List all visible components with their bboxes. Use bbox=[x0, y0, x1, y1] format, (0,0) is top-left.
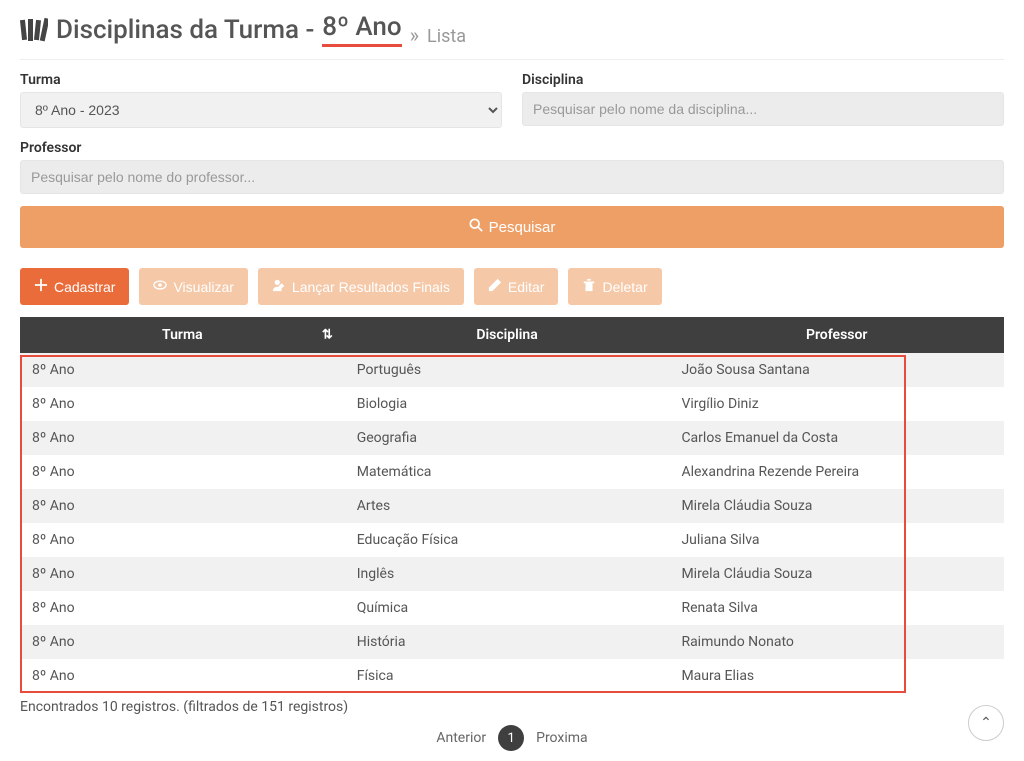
cell-turma: 8º Ano bbox=[20, 523, 345, 557]
cell-disciplina: Biologia bbox=[345, 387, 670, 421]
chevron-up-icon: ⌃ bbox=[980, 715, 992, 731]
table-row[interactable]: 8º AnoHistóriaRaimundo Nonato bbox=[20, 625, 1004, 659]
col-professor[interactable]: Professor bbox=[669, 317, 1004, 353]
table-row[interactable]: 8º AnoEducação FísicaJuliana Silva bbox=[20, 523, 1004, 557]
records-info: Encontrados 10 registros. (filtrados de … bbox=[20, 699, 1004, 715]
cell-professor: João Sousa Santana bbox=[669, 353, 1004, 387]
pencil-icon bbox=[488, 278, 502, 295]
col-turma[interactable]: Turma⇅ bbox=[20, 317, 345, 353]
table-row[interactable]: 8º AnoPortuguêsJoão Sousa Santana bbox=[20, 353, 1004, 387]
cell-turma: 8º Ano bbox=[20, 455, 345, 489]
lancar-button: Lançar Resultados Finais bbox=[258, 268, 464, 305]
eye-icon bbox=[153, 278, 167, 295]
prev-page[interactable]: Anterior bbox=[436, 730, 486, 746]
disciplina-input[interactable] bbox=[522, 92, 1004, 126]
table-row[interactable]: 8º AnoGeografiaCarlos Emanuel da Costa bbox=[20, 421, 1004, 455]
cell-disciplina: Geografia bbox=[345, 421, 670, 455]
turma-select[interactable]: 8º Ano - 2023 bbox=[20, 92, 502, 128]
user-edit-icon bbox=[272, 278, 286, 295]
next-page[interactable]: Proxima bbox=[536, 730, 588, 746]
turma-label: Turma bbox=[20, 72, 502, 88]
cell-disciplina: Química bbox=[345, 591, 670, 625]
cell-disciplina: Matemática bbox=[345, 455, 670, 489]
cell-turma: 8º Ano bbox=[20, 557, 345, 591]
cell-turma: 8º Ano bbox=[20, 625, 345, 659]
page-header: Disciplinas da Turma - 8º Ano » Lista bbox=[20, 8, 1004, 60]
professor-label: Professor bbox=[20, 140, 1004, 156]
disciplina-label: Disciplina bbox=[522, 72, 1004, 88]
professor-input[interactable] bbox=[20, 160, 1004, 194]
cell-professor: Maura Elias bbox=[669, 659, 1004, 693]
search-icon bbox=[469, 218, 483, 236]
pagination: Anterior 1 Proxima bbox=[20, 725, 1004, 751]
table-row[interactable]: 8º AnoQuímicaRenata Silva bbox=[20, 591, 1004, 625]
visualizar-button: Visualizar bbox=[139, 268, 247, 305]
table-row[interactable]: 8º AnoBiologiaVirgílio Diniz bbox=[20, 387, 1004, 421]
cell-turma: 8º Ano bbox=[20, 421, 345, 455]
cell-professor: Virgílio Diniz bbox=[669, 387, 1004, 421]
table-row[interactable]: 8º AnoFísicaMaura Elias bbox=[20, 659, 1004, 693]
search-button[interactable]: Pesquisar bbox=[20, 206, 1004, 248]
plus-icon bbox=[34, 278, 48, 295]
breadcrumb: Lista bbox=[427, 26, 466, 47]
books-icon bbox=[20, 18, 48, 42]
cell-disciplina: Física bbox=[345, 659, 670, 693]
cell-turma: 8º Ano bbox=[20, 591, 345, 625]
cell-professor: Raimundo Nonato bbox=[669, 625, 1004, 659]
cell-professor: Mirela Cláudia Souza bbox=[669, 489, 1004, 523]
title-highlight: 8º Ano bbox=[322, 12, 401, 47]
cell-professor: Carlos Emanuel da Costa bbox=[669, 421, 1004, 455]
scroll-top-button[interactable]: ⌃ bbox=[968, 705, 1004, 741]
cadastrar-button[interactable]: Cadastrar bbox=[20, 268, 129, 305]
action-bar: Cadastrar Visualizar Lançar Resultados F… bbox=[20, 268, 1004, 305]
data-table: Turma⇅ Disciplina Professor 8º AnoPortug… bbox=[20, 317, 1004, 693]
table-row[interactable]: 8º AnoArtesMirela Cláudia Souza bbox=[20, 489, 1004, 523]
cell-professor: Juliana Silva bbox=[669, 523, 1004, 557]
cell-professor: Mirela Cláudia Souza bbox=[669, 557, 1004, 591]
table-row[interactable]: 8º AnoMatemáticaAlexandrina Rezende Pere… bbox=[20, 455, 1004, 489]
cell-turma: 8º Ano bbox=[20, 489, 345, 523]
chevron-icon: » bbox=[410, 23, 419, 47]
col-disciplina[interactable]: Disciplina bbox=[345, 317, 670, 353]
cell-disciplina: História bbox=[345, 625, 670, 659]
cell-disciplina: Artes bbox=[345, 489, 670, 523]
table-row[interactable]: 8º AnoInglêsMirela Cláudia Souza bbox=[20, 557, 1004, 591]
cell-turma: 8º Ano bbox=[20, 659, 345, 693]
cell-disciplina: Português bbox=[345, 353, 670, 387]
cell-turma: 8º Ano bbox=[20, 353, 345, 387]
sort-icon: ⇅ bbox=[322, 328, 333, 343]
cell-professor: Alexandrina Rezende Pereira bbox=[669, 455, 1004, 489]
cell-disciplina: Inglês bbox=[345, 557, 670, 591]
search-button-label: Pesquisar bbox=[489, 219, 556, 236]
title-prefix: Disciplinas da Turma - bbox=[56, 15, 314, 45]
cell-professor: Renata Silva bbox=[669, 591, 1004, 625]
page-title: Disciplinas da Turma - 8º Ano bbox=[20, 12, 402, 47]
editar-button: Editar bbox=[474, 268, 559, 305]
cell-turma: 8º Ano bbox=[20, 387, 345, 421]
page-number[interactable]: 1 bbox=[498, 725, 524, 751]
cell-disciplina: Educação Física bbox=[345, 523, 670, 557]
trash-icon bbox=[582, 278, 596, 295]
deletar-button: Deletar bbox=[568, 268, 661, 305]
